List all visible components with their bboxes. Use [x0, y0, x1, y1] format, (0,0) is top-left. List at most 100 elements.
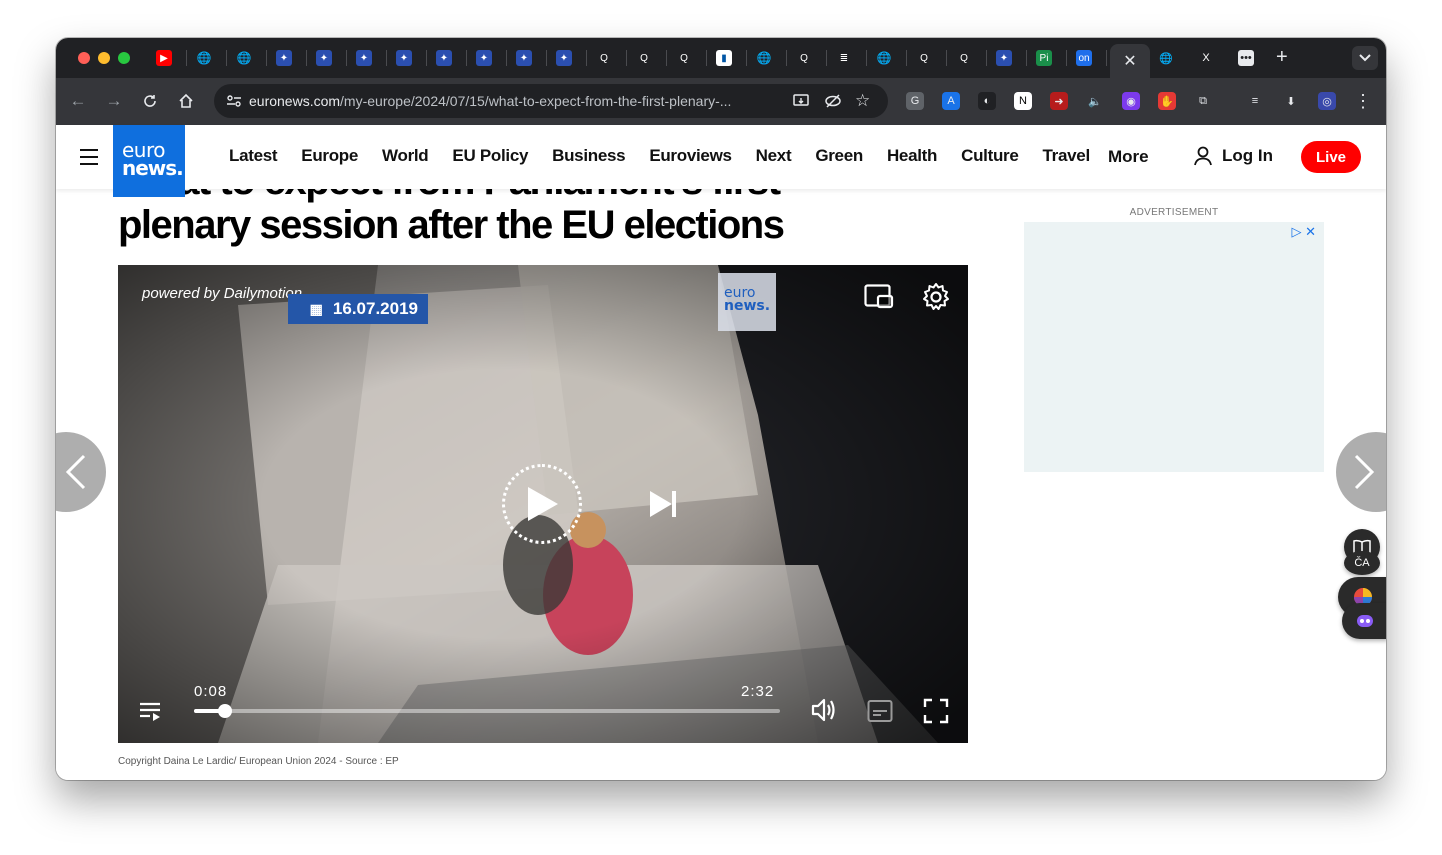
- reading-list-icon[interactable]: ≡: [1246, 92, 1264, 110]
- next-article-button[interactable]: [1336, 432, 1386, 512]
- ad-close-icon[interactable]: ✕: [1305, 224, 1316, 239]
- ad-choices[interactable]: ▷ ✕: [1291, 224, 1316, 240]
- settings-gear-icon[interactable]: [921, 282, 951, 317]
- nav-health[interactable]: Health: [887, 146, 937, 166]
- tab-globe-icon[interactable]: 🌐: [1158, 50, 1174, 66]
- nav-green[interactable]: Green: [815, 146, 863, 166]
- play-button[interactable]: [502, 464, 582, 544]
- picture-in-picture-icon[interactable]: [864, 284, 894, 315]
- tab-doc-icon[interactable]: ≣: [836, 50, 852, 66]
- tab-globe-icon[interactable]: 🌐: [236, 50, 252, 66]
- next-video-button[interactable]: [648, 489, 678, 524]
- bot-ext-icon[interactable]: ◉: [1122, 92, 1140, 110]
- tab-separator: [186, 50, 187, 66]
- close-tab-icon[interactable]: ✕: [1123, 51, 1136, 71]
- tab-eu-flag-icon[interactable]: ✦: [556, 50, 572, 66]
- previous-article-button[interactable]: [56, 432, 106, 512]
- tab-eu-flag-icon[interactable]: ✦: [516, 50, 532, 66]
- subtitles-icon[interactable]: [867, 699, 893, 728]
- tab-q-icon[interactable]: Q: [596, 50, 612, 66]
- tracking-blocked-icon[interactable]: [824, 92, 842, 115]
- sound-ext-icon[interactable]: 🔈: [1086, 92, 1104, 110]
- login-button[interactable]: Log In: [1192, 145, 1273, 167]
- playlist-icon[interactable]: [138, 699, 162, 728]
- redirect-ext-icon[interactable]: ➜: [1050, 92, 1068, 110]
- tab-eu-flag-icon[interactable]: ✦: [996, 50, 1012, 66]
- reload-button[interactable]: [139, 90, 161, 112]
- reload-icon: [144, 95, 156, 107]
- site-info-icon[interactable]: [226, 93, 242, 114]
- tab-youtube-icon[interactable]: ▶: [156, 50, 172, 66]
- headline-line-1: What to expect from Parliament's first: [118, 189, 898, 203]
- live-button[interactable]: Live: [1301, 141, 1361, 173]
- tab-globe-icon[interactable]: 🌐: [876, 50, 892, 66]
- nav-next[interactable]: Next: [756, 146, 792, 166]
- tab-x-icon[interactable]: X: [1198, 50, 1214, 66]
- tab-eu-flag-icon[interactable]: ✦: [476, 50, 492, 66]
- tab-globe-icon[interactable]: 🌐: [196, 50, 212, 66]
- tab-eu-flag-icon[interactable]: ✦: [276, 50, 292, 66]
- notion-ext-icon[interactable]: N: [1014, 92, 1032, 110]
- nav-travel[interactable]: Travel: [1043, 146, 1091, 166]
- tab-q-icon[interactable]: Q: [956, 50, 972, 66]
- tab-eu-flag-icon[interactable]: ✦: [436, 50, 452, 66]
- tab-globe-icon[interactable]: 🌐: [756, 50, 772, 66]
- tab-separator: [746, 50, 747, 66]
- bookmark-star-icon[interactable]: ☆: [855, 91, 870, 111]
- progress-bar[interactable]: [194, 704, 780, 718]
- tab-q-icon[interactable]: Q: [676, 50, 692, 66]
- nav-more[interactable]: More: [1108, 147, 1149, 167]
- extensions-puzzle-icon[interactable]: ⧉: [1194, 92, 1212, 110]
- tab-active[interactable]: ✕: [1110, 44, 1150, 78]
- play-icon: [528, 487, 558, 521]
- profile-avatar-icon[interactable]: ◎: [1318, 92, 1336, 110]
- url-text[interactable]: euronews.com/my-europe/2024/07/15/what-t…: [249, 93, 789, 109]
- adchoices-icon[interactable]: ▷: [1291, 224, 1301, 239]
- tab-pi-icon[interactable]: Pi: [1036, 50, 1052, 66]
- a-ext-icon[interactable]: A: [942, 92, 960, 110]
- powered-by-label: powered by Dailymotion: [142, 285, 303, 302]
- address-bar[interactable]: euronews.com/my-europe/2024/07/15/what-t…: [214, 84, 888, 118]
- tab-on-icon[interactable]: on: [1076, 50, 1092, 66]
- volume-icon[interactable]: [810, 697, 838, 728]
- progress-knob[interactable]: [218, 704, 233, 718]
- tab-search-button[interactable]: [1352, 46, 1378, 70]
- hamburger-menu-icon[interactable]: [80, 149, 98, 165]
- nav-business[interactable]: Business: [552, 146, 625, 166]
- nav-culture[interactable]: Culture: [961, 146, 1019, 166]
- translate-icon[interactable]: ČA: [1344, 551, 1380, 575]
- close-window-button[interactable]: [78, 52, 90, 64]
- advertisement-slot[interactable]: ▷ ✕: [1024, 222, 1324, 472]
- menu-kebab-icon[interactable]: ⋮: [1354, 91, 1372, 111]
- minimize-window-button[interactable]: [98, 52, 110, 64]
- nav-europe[interactable]: Europe: [301, 146, 358, 166]
- tab-eu-flag-icon[interactable]: ✦: [316, 50, 332, 66]
- nav-world[interactable]: World: [382, 146, 429, 166]
- tab-dots-icon[interactable]: •••: [1238, 50, 1254, 66]
- color-ext-icon[interactable]: ◐: [978, 92, 996, 110]
- new-tab-button[interactable]: +: [1276, 46, 1288, 69]
- zoom-window-button[interactable]: [118, 52, 130, 64]
- tab-eu-flag-icon[interactable]: ✦: [396, 50, 412, 66]
- back-button[interactable]: ←: [67, 90, 89, 112]
- downloads-icon[interactable]: ⬇: [1282, 92, 1300, 110]
- tab-france-flag-icon[interactable]: ▮: [716, 50, 732, 66]
- assistant-bot-icon[interactable]: [1342, 603, 1386, 639]
- grammar-ext-icon[interactable]: G: [906, 92, 924, 110]
- browser-window: ▶ 🌐 🌐 ✦ ✦ ✦ ✦ ✦ ✦ ✦ ✦ Q Q Q ▮ 🌐 Q ≣ 🌐 Q Q ✦ Pi on ✕ 🌐 X ••• + ← →…: [56, 38, 1386, 780]
- tab-eu-flag-icon[interactable]: ✦: [356, 50, 372, 66]
- euronews-logo[interactable]: euro news.: [113, 125, 185, 197]
- tab-q-icon[interactable]: Q: [796, 50, 812, 66]
- date-badge-text: 16.07.2019: [332, 299, 418, 318]
- nav-euroviews[interactable]: Euroviews: [649, 146, 732, 166]
- home-button[interactable]: [175, 90, 197, 112]
- install-app-icon[interactable]: [792, 92, 810, 115]
- nav-eu-policy[interactable]: EU Policy: [452, 146, 528, 166]
- hand-ext-icon[interactable]: ✋: [1158, 92, 1176, 110]
- fullscreen-icon[interactable]: [923, 698, 949, 729]
- tab-q-icon[interactable]: Q: [636, 50, 652, 66]
- nav-latest[interactable]: Latest: [229, 146, 278, 166]
- video-player[interactable]: powered by Dailymotion ▦ 16.07.2019 euro…: [118, 265, 968, 743]
- forward-button[interactable]: →: [103, 90, 125, 112]
- tab-q-icon[interactable]: Q: [916, 50, 932, 66]
